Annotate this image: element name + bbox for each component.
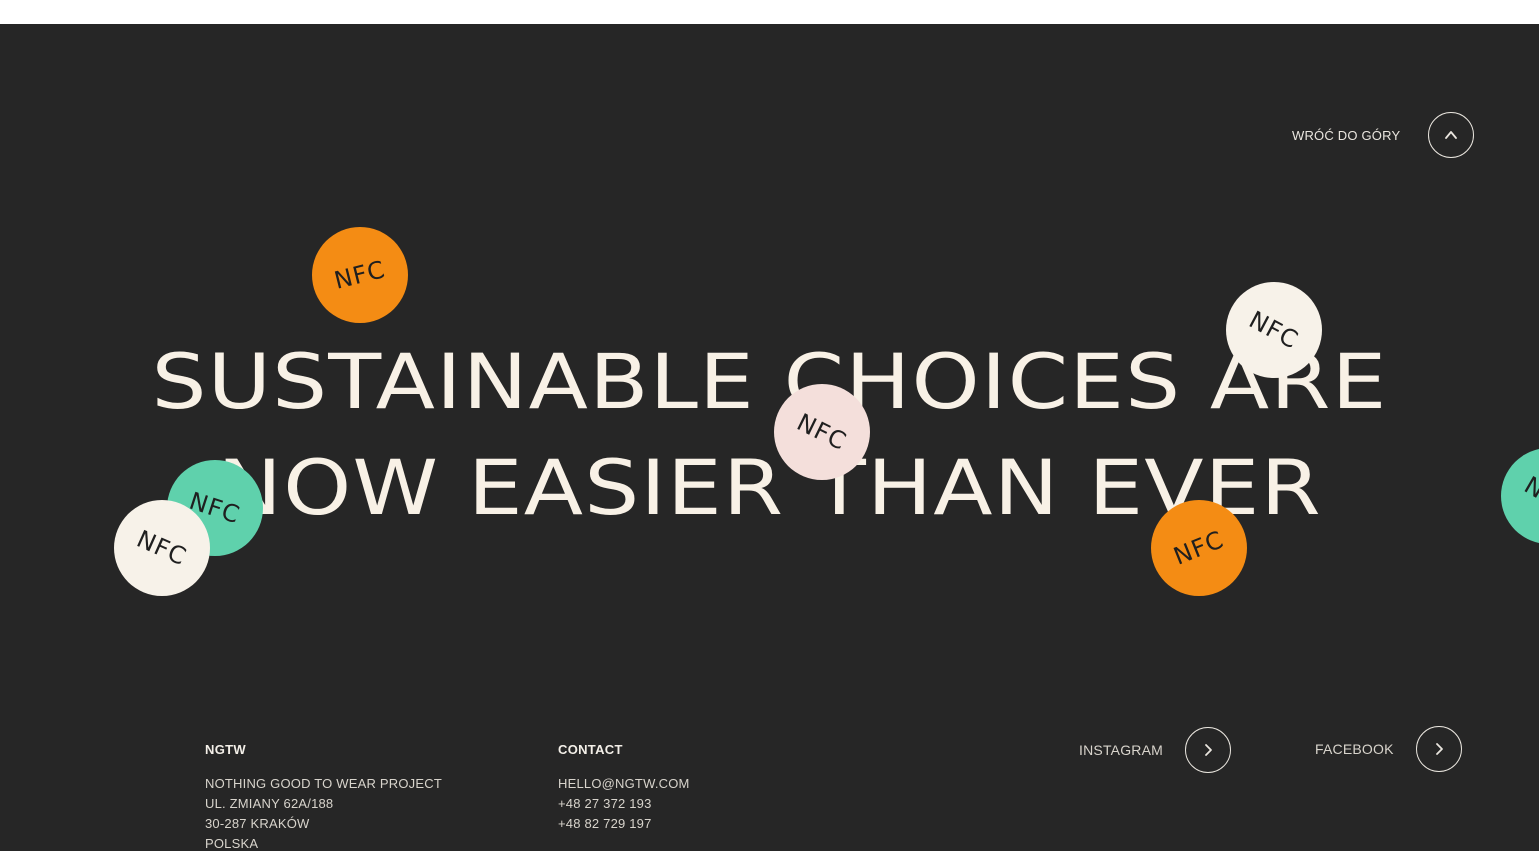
chevron-right-icon: [1435, 743, 1443, 755]
nfc-sticker-label: NFC: [1519, 470, 1539, 522]
brand-title: NGTW: [205, 742, 246, 757]
chevron-right-icon: [1205, 744, 1212, 756]
contact-details: HELLO@NGTW.COM +48 27 372 193 +48 82 729…: [558, 774, 690, 834]
contact-title: CONTACT: [558, 742, 623, 757]
nfc-sticker-label: NFC: [331, 255, 389, 295]
contact-phone-link[interactable]: +48 27 372 193: [558, 794, 690, 814]
back-to-top-link[interactable]: WRÓĆ DO GÓRY: [1292, 112, 1475, 158]
top-white-strip: [0, 0, 1539, 24]
back-to-top-label: WRÓĆ DO GÓRY: [1292, 127, 1401, 143]
brand-address: NOTHING GOOD TO WEAR PROJECT UL. ZMIANY …: [205, 774, 442, 851]
footer-section: WRÓĆ DO GÓRY SUSTAINABLE CHOICES ARE NOW…: [0, 24, 1539, 851]
nfc-sticker-cream-2: NFC: [114, 500, 210, 596]
nfc-sticker-pink: NFC: [774, 384, 870, 480]
instagram-label: INSTAGRAM: [1079, 742, 1163, 758]
nfc-sticker-label: NFC: [1169, 525, 1229, 571]
brand-address-line: NOTHING GOOD TO WEAR PROJECT: [205, 776, 442, 791]
facebook-button[interactable]: [1415, 726, 1462, 772]
facebook-label: FACEBOOK: [1315, 741, 1394, 757]
nfc-sticker-label: NFC: [132, 524, 192, 572]
instagram-button[interactable]: [1185, 727, 1231, 773]
instagram-link[interactable]: INSTAGRAM: [1079, 727, 1231, 773]
contact-phone-link[interactable]: +48 82 729 197: [558, 814, 690, 834]
brand-address-line: UL. ZMIANY 62A/188: [205, 796, 334, 811]
nfc-sticker-label: NFC: [1244, 305, 1304, 355]
chevron-up-icon: [1445, 131, 1458, 139]
brand-address-line: 30-287 KRAKÓW: [205, 816, 310, 831]
nfc-sticker-cream-1: NFC: [1226, 282, 1322, 378]
back-to-top-button[interactable]: [1428, 112, 1475, 158]
nfc-sticker-orange-1: NFC: [312, 227, 408, 323]
nfc-sticker-label: NFC: [792, 408, 852, 456]
brand-address-line: POLSKA: [205, 836, 259, 851]
contact-email-link[interactable]: HELLO@NGTW.COM: [558, 774, 690, 794]
facebook-link[interactable]: FACEBOOK: [1315, 726, 1462, 772]
nfc-sticker-orange-2: NFC: [1151, 500, 1247, 596]
